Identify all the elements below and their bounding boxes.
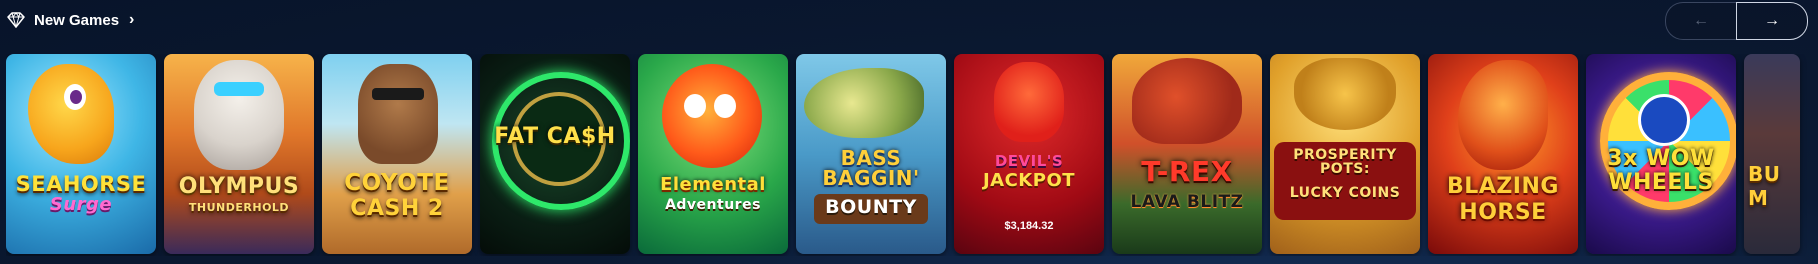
game-title-line2: LAVA BLITZ bbox=[1130, 192, 1244, 212]
game-title-line2: CASH 2 bbox=[350, 196, 444, 221]
diamond-icon bbox=[6, 10, 26, 30]
game-tile-wow-wheels[interactable]: 3x WOW WHEELS bbox=[1586, 54, 1736, 254]
game-title-line2: JACKPOT bbox=[982, 170, 1076, 191]
carousel-nav: ← → bbox=[1665, 2, 1808, 40]
game-title-line1: BLAZING bbox=[1447, 174, 1559, 199]
game-tile-elemental-adventures[interactable]: Elemental Adventures bbox=[638, 54, 788, 254]
game-title-line1: OLYMPUS bbox=[178, 174, 300, 199]
game-title-line2: M bbox=[1748, 186, 1769, 210]
section-header[interactable]: New Games › bbox=[6, 8, 134, 32]
game-title-line2: HORSE bbox=[1459, 200, 1547, 225]
game-title-line1: COYOTE bbox=[344, 170, 450, 196]
game-title-line2: Surge bbox=[49, 194, 113, 215]
game-title-line1: 3x WOW bbox=[1607, 146, 1715, 171]
game-tile-t-rex-lava-blitz[interactable]: T-REX LAVA BLITZ bbox=[1112, 54, 1262, 254]
game-title-line1: T-REX bbox=[1141, 155, 1233, 188]
section-title[interactable]: New Games bbox=[34, 12, 119, 29]
game-tile-coyote-cash-2[interactable]: COYOTE CASH 2 bbox=[322, 54, 472, 254]
game-title-line1: DEVIL'S bbox=[994, 152, 1064, 170]
game-tile-olympus-thunderhold[interactable]: OLYMPUS THUNDERHOLD bbox=[164, 54, 314, 254]
game-tile-prosperity-pots[interactable]: PROSPERITY POTS: LUCKY COINS bbox=[1270, 54, 1420, 254]
game-title-line2: WHEELS bbox=[1608, 170, 1714, 195]
game-tile-partial[interactable]: BU M bbox=[1744, 54, 1800, 254]
game-tile-devils-jackpot[interactable]: DEVIL'S JACKPOT $3,184.32 bbox=[954, 54, 1104, 254]
carousel-next-button[interactable]: → bbox=[1736, 2, 1808, 40]
game-title-line1: Elemental bbox=[660, 174, 766, 195]
arrow-right-icon: → bbox=[1764, 12, 1780, 29]
game-tile-fat-cash[interactable]: FAT CA$H bbox=[480, 54, 630, 254]
game-tile-seahorse-surge[interactable]: SEAHORSE Surge bbox=[6, 54, 156, 254]
game-title-line2: THUNDERHOLD bbox=[188, 201, 290, 214]
chevron-right-icon[interactable]: › bbox=[129, 11, 134, 29]
game-title-line1: PROSPERITY POTS: bbox=[1293, 147, 1397, 177]
game-title-line1: BASS BAGGIN' bbox=[822, 146, 920, 190]
game-title-line2: BOUNTY bbox=[825, 196, 917, 218]
game-tile-bass-baggin-bounty[interactable]: BASS BAGGIN' BOUNTY bbox=[796, 54, 946, 254]
game-title-line2: Adventures bbox=[665, 197, 761, 213]
carousel-prev-button[interactable]: ← bbox=[1665, 2, 1736, 40]
game-title-line1: BU bbox=[1748, 162, 1781, 186]
game-tile-blazing-horse[interactable]: BLAZING HORSE bbox=[1428, 54, 1578, 254]
game-carousel: SEAHORSE Surge OLYMPUS THUNDERHOLD COYOT… bbox=[6, 54, 1818, 256]
arrow-left-icon: ← bbox=[1693, 12, 1709, 29]
game-title-line1: SEAHORSE bbox=[15, 172, 147, 196]
game-title-line1: FAT CA$H bbox=[494, 124, 616, 149]
game-title-line2: LUCKY COINS bbox=[1289, 185, 1401, 201]
jackpot-amount: $3,184.32 bbox=[1004, 220, 1054, 232]
